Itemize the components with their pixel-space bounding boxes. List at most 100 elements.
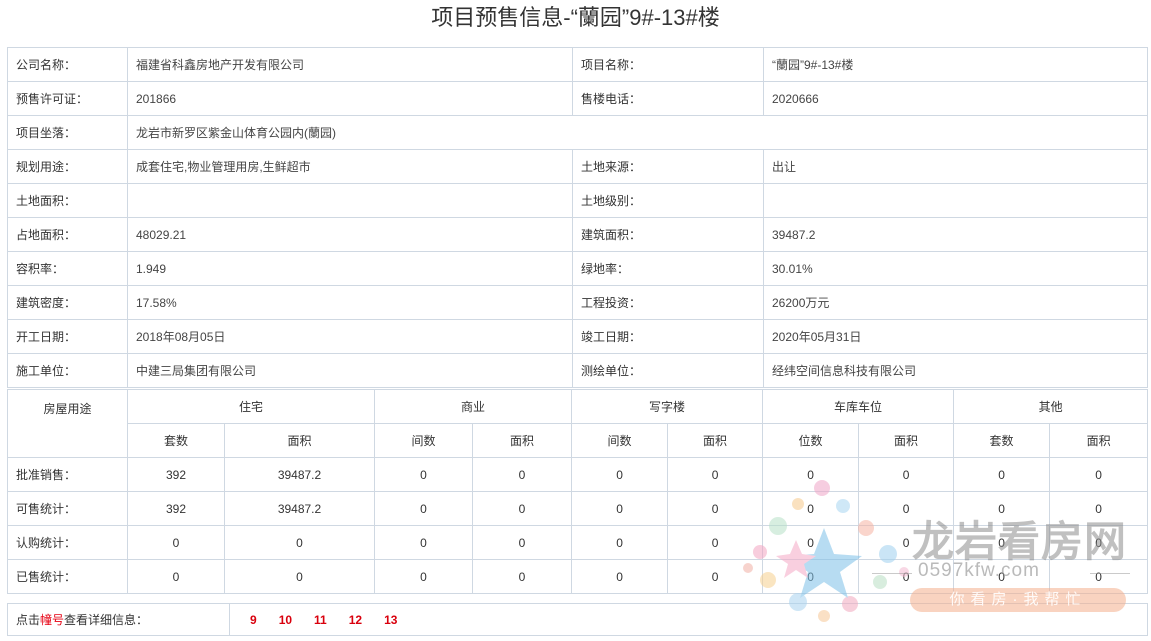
stats-cell: 0 <box>374 491 474 526</box>
stats-cell: 0 <box>571 457 669 492</box>
info-value <box>763 183 1148 218</box>
stats-sub-name: 间数 <box>374 423 474 458</box>
stats-group-header: 房屋用途 住宅 商业 写字楼 车库车位 其他 <box>7 389 1149 458</box>
watermark-line-right <box>1090 573 1130 574</box>
stats-group-name: 住宅 <box>126 389 376 424</box>
info-label: 占地面积： <box>7 217 128 252</box>
info-row: 施工单位： 中建三局集团有限公司 测绘单位： 经纬空间信息科技有限公司 <box>7 353 1148 388</box>
info-label: 建筑面积： <box>572 217 764 252</box>
stats-cell: 0 <box>762 559 860 594</box>
info-row: 占地面积： 48029.21 建筑面积： 39487.2 <box>7 217 1148 252</box>
stats-cell: 0 <box>571 525 669 560</box>
info-label: 土地面积： <box>7 183 128 218</box>
stats-cell: 39487.2 <box>223 491 376 526</box>
info-row: 开工日期： 2018年08月05日 竣工日期： 2020年05月31日 <box>7 319 1148 354</box>
info-label: 规划用途： <box>7 149 128 184</box>
project-info-table: 公司名称： 福建省科鑫房地产开发有限公司 项目名称： “蘭园”9#-13#楼 预售许可证… <box>7 47 1148 388</box>
building-link-11[interactable]: 11 <box>314 613 327 627</box>
info-label: 预售许可证： <box>7 81 128 116</box>
info-value: 2020666 <box>763 81 1148 116</box>
info-label: 开工日期： <box>7 319 128 354</box>
info-value: 经纬空间信息科技有限公司 <box>763 353 1148 388</box>
info-row: 预售许可证： 201866 售楼电话： 2020666 <box>7 81 1148 116</box>
stats-row-label: 可售统计： <box>7 491 128 526</box>
info-label: 售楼电话： <box>572 81 764 116</box>
info-value: 福建省科鑫房地产开发有限公司 <box>127 47 573 82</box>
stats-cell: 0 <box>858 457 955 492</box>
info-label: 工程投资： <box>572 285 764 320</box>
watermark-line-left <box>872 573 912 574</box>
info-label: 绿地率： <box>572 251 764 286</box>
stats-cell: 0 <box>762 525 860 560</box>
stats-cell: 0 <box>1049 457 1149 492</box>
info-value: 成套住宅,物业管理用房,生鲜超市 <box>127 149 573 184</box>
info-row: 项目坐落： 龙岩市新罗区紫金山体育公园内(蘭园) <box>7 115 1148 150</box>
stats-sub-name: 套数 <box>127 423 225 458</box>
building-link-9[interactable]: 9 <box>250 613 257 627</box>
info-label: 建筑密度： <box>7 285 128 320</box>
stats-sub-name: 面积 <box>223 423 376 458</box>
info-value: 1.949 <box>127 251 573 286</box>
info-label: 施工单位： <box>7 353 128 388</box>
stats-sub-name: 位数 <box>762 423 860 458</box>
stats-group-name: 其他 <box>953 389 1149 424</box>
info-value: 201866 <box>127 81 573 116</box>
stats-cell: 0 <box>472 559 573 594</box>
info-label: 土地来源： <box>572 149 764 184</box>
hint-prefix: 点击 <box>16 613 41 627</box>
stats-cell: 0 <box>762 491 860 526</box>
info-value: 17.58% <box>127 285 573 320</box>
stats-row-label: 认购统计： <box>7 525 128 560</box>
stats-row-label: 已售统计： <box>7 559 128 594</box>
hint-highlight: 幢号 <box>40 613 65 627</box>
info-label: 项目坐落： <box>7 115 128 150</box>
stats-group-name: 商业 <box>374 389 573 424</box>
stats-group-name: 写字楼 <box>571 389 764 424</box>
hint-suffix: 查看详细信息： <box>64 613 149 627</box>
info-row: 容积率： 1.949 绿地率： 30.01% <box>7 251 1148 286</box>
stats-cell: 0 <box>667 559 764 594</box>
info-label: 项目名称： <box>572 47 764 82</box>
stats-sub-name: 套数 <box>953 423 1051 458</box>
info-row: 土地面积： 土地级别： <box>7 183 1148 218</box>
stats-cell: 0 <box>223 559 376 594</box>
stats-cell: 392 <box>127 491 225 526</box>
stats-group-name: 车库车位 <box>762 389 955 424</box>
stats-cell: 0 <box>127 525 225 560</box>
info-value: 出让 <box>763 149 1148 184</box>
stats-cell: 0 <box>127 559 225 594</box>
building-link-13[interactable]: 13 <box>384 613 397 627</box>
stats-cell: 0 <box>374 457 474 492</box>
info-row: 建筑密度： 17.58% 工程投资： 26200万元 <box>7 285 1148 320</box>
stats-row-label: 批准销售： <box>7 457 128 492</box>
stats-sub-header: 套数 面积 间数 面积 间数 面积 位数 面积 套数 面积 <box>8 423 1149 458</box>
watermark-slogan: 你看房·我帮忙 <box>949 591 1087 608</box>
info-row: 公司名称： 福建省科鑫房地产开发有限公司 项目名称： “蘭园”9#-13#楼 <box>7 47 1148 82</box>
info-value <box>127 183 573 218</box>
info-row: 规划用途： 成套住宅,物业管理用房,生鲜超市 土地来源： 出让 <box>7 149 1148 184</box>
stats-row: 批准销售： 392 39487.2 0 0 0 0 0 0 0 0 <box>7 457 1149 492</box>
info-value: 26200万元 <box>763 285 1148 320</box>
stats-cell: 39487.2 <box>223 457 376 492</box>
stats-cell: 0 <box>762 457 860 492</box>
stats-cell: 392 <box>127 457 225 492</box>
stats-corner-label: 房屋用途 <box>7 389 128 458</box>
building-link-10[interactable]: 10 <box>279 613 292 627</box>
stats-cell: 0 <box>472 491 573 526</box>
stats-cell: 0 <box>472 457 573 492</box>
info-label: 测绘单位： <box>572 353 764 388</box>
stats-cell: 0 <box>374 525 474 560</box>
info-value: 2020年05月31日 <box>763 319 1148 354</box>
watermark-url: 0597kfw.com <box>918 560 1040 581</box>
info-label: 竣工日期： <box>572 319 764 354</box>
stats-sub-name: 面积 <box>667 423 764 458</box>
info-value: 2018年08月05日 <box>127 319 573 354</box>
stats-sub-name: 面积 <box>858 423 955 458</box>
info-value: “蘭园”9#-13#楼 <box>763 47 1148 82</box>
info-value: 龙岩市新罗区紫金山体育公园内(蘭园) <box>127 115 1148 150</box>
stats-cell: 0 <box>667 491 764 526</box>
stats-sub-name: 面积 <box>472 423 573 458</box>
stats-cell: 0 <box>953 457 1051 492</box>
building-link-12[interactable]: 12 <box>349 613 362 627</box>
stats-cell: 0 <box>472 525 573 560</box>
